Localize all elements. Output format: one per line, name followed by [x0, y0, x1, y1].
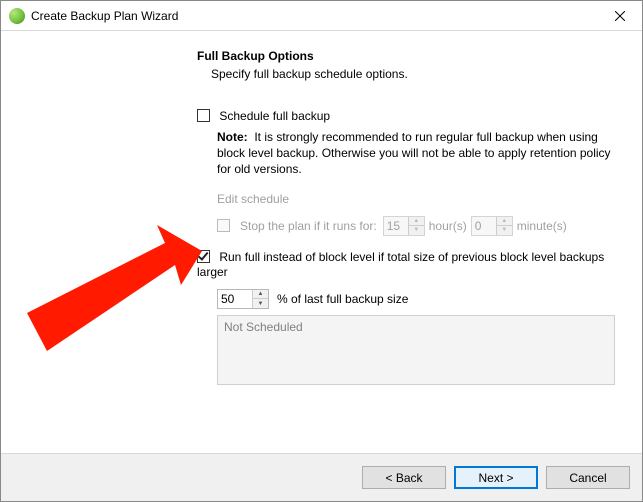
- stop-plan-label: Stop the plan if it runs for:: [240, 219, 377, 233]
- schedule-full-row: Schedule full backup: [197, 109, 618, 123]
- stop-plan-checkbox: [217, 219, 230, 232]
- schedule-full-checkbox[interactable]: [197, 109, 210, 122]
- footer-buttons: < Back Next > Cancel: [1, 453, 642, 501]
- note-body: It is strongly recommended to run regula…: [217, 130, 611, 176]
- percent-suffix: % of last full backup size: [277, 292, 408, 306]
- spinner-up-icon: ▲: [409, 217, 424, 227]
- stop-minutes-spinner: ▲▼: [471, 216, 513, 236]
- run-full-label[interactable]: Run full instead of block level if total…: [197, 250, 604, 280]
- stop-hours-unit: hour(s): [429, 219, 467, 233]
- stop-plan-row: Stop the plan if it runs for: ▲▼ hour(s)…: [217, 216, 618, 236]
- run-full-checkbox[interactable]: [197, 250, 210, 263]
- content-area: Full Backup Options Specify full backup …: [1, 31, 642, 453]
- app-icon: [9, 8, 25, 24]
- note-text: Note: It is strongly recommended to run …: [217, 129, 618, 178]
- cancel-button[interactable]: Cancel: [546, 466, 630, 489]
- note-prefix: Note:: [217, 130, 248, 144]
- spinner-up-icon: ▲: [497, 217, 512, 227]
- titlebar: Create Backup Plan Wizard: [1, 1, 642, 31]
- schedule-status-box: Not Scheduled: [217, 315, 615, 385]
- schedule-full-label[interactable]: Schedule full backup: [219, 109, 330, 123]
- spinner-down-icon: ▼: [409, 226, 424, 235]
- edit-schedule-link: Edit schedule: [217, 192, 618, 206]
- back-button[interactable]: < Back: [362, 466, 446, 489]
- stop-minutes-unit: minute(s): [517, 219, 567, 233]
- stop-hours-input: [384, 217, 408, 235]
- close-button[interactable]: [597, 1, 642, 31]
- stop-hours-spinner: ▲▼: [383, 216, 425, 236]
- percent-spinner[interactable]: ▲▼: [217, 289, 269, 309]
- close-icon: [615, 11, 625, 21]
- spinner-up-icon[interactable]: ▲: [253, 290, 268, 300]
- next-button[interactable]: Next >: [454, 466, 538, 489]
- page-subtitle: Specify full backup schedule options.: [211, 67, 618, 81]
- window-title: Create Backup Plan Wizard: [31, 9, 178, 23]
- stop-minutes-input: [472, 217, 496, 235]
- run-full-row: Run full instead of block level if total…: [197, 250, 618, 281]
- spinner-down-icon: ▼: [497, 226, 512, 235]
- percent-input[interactable]: [218, 290, 252, 308]
- schedule-status-text: Not Scheduled: [224, 320, 303, 334]
- spinner-down-icon[interactable]: ▼: [253, 299, 268, 308]
- percent-row: ▲▼ % of last full backup size: [217, 289, 618, 309]
- page-title: Full Backup Options: [197, 49, 618, 63]
